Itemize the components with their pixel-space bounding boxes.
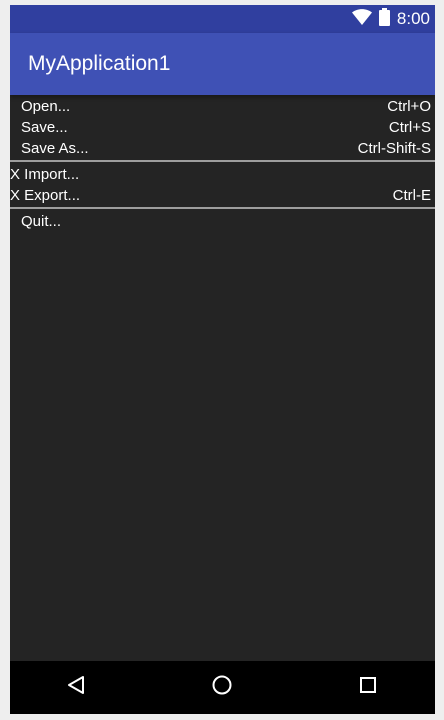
recents-icon <box>359 676 377 699</box>
menu-item-shortcut: Ctrl+S <box>388 119 431 136</box>
menu-item-label: Save As... <box>21 140 89 157</box>
battery-icon <box>378 7 390 31</box>
menu-item-label: Quit... <box>21 213 62 230</box>
menu-item-save-as[interactable]: Save As... Ctrl-Shift-S <box>10 138 435 159</box>
navigation-bar <box>10 661 435 714</box>
app-bar: MyApplication1 <box>10 33 435 95</box>
menu-item-export[interactable]: X Export... Ctrl-E <box>10 185 435 206</box>
menu-item-shortcut: Ctrl-Shift-S <box>357 140 431 157</box>
status-bar: 8:00 <box>10 5 435 33</box>
menu-divider <box>10 207 435 209</box>
menu-item-import[interactable]: X Import... <box>10 164 435 185</box>
status-time: 8:00 <box>396 9 430 28</box>
menu-item-label: Open... <box>21 98 71 115</box>
back-icon <box>66 675 86 700</box>
wifi-icon <box>351 8 372 30</box>
app-title: MyApplication1 <box>28 52 171 75</box>
menu-item-open[interactable]: Open... Ctrl+O <box>10 96 435 117</box>
recents-button[interactable] <box>338 661 398 714</box>
menu-item-shortcut: Ctrl-E <box>392 187 431 204</box>
menu-item-shortcut: Ctrl+O <box>387 98 431 115</box>
back-button[interactable] <box>46 661 106 714</box>
home-icon <box>211 674 233 701</box>
menu-item-label: X Export... <box>10 187 81 204</box>
menu-divider <box>10 160 435 162</box>
options-menu: Open... Ctrl+O Save... Ctrl+S Save As...… <box>10 96 435 232</box>
menu-item-quit[interactable]: Quit... <box>10 211 435 232</box>
menu-item-label: X Import... <box>10 166 80 183</box>
device-screen: 8:00 MyApplication1 Open... Ctrl+O Save.… <box>10 5 435 714</box>
status-icons: 8:00 <box>351 5 430 33</box>
menu-item-save[interactable]: Save... Ctrl+S <box>10 117 435 138</box>
menu-item-label: Save... <box>21 119 68 136</box>
home-button[interactable] <box>192 661 252 714</box>
